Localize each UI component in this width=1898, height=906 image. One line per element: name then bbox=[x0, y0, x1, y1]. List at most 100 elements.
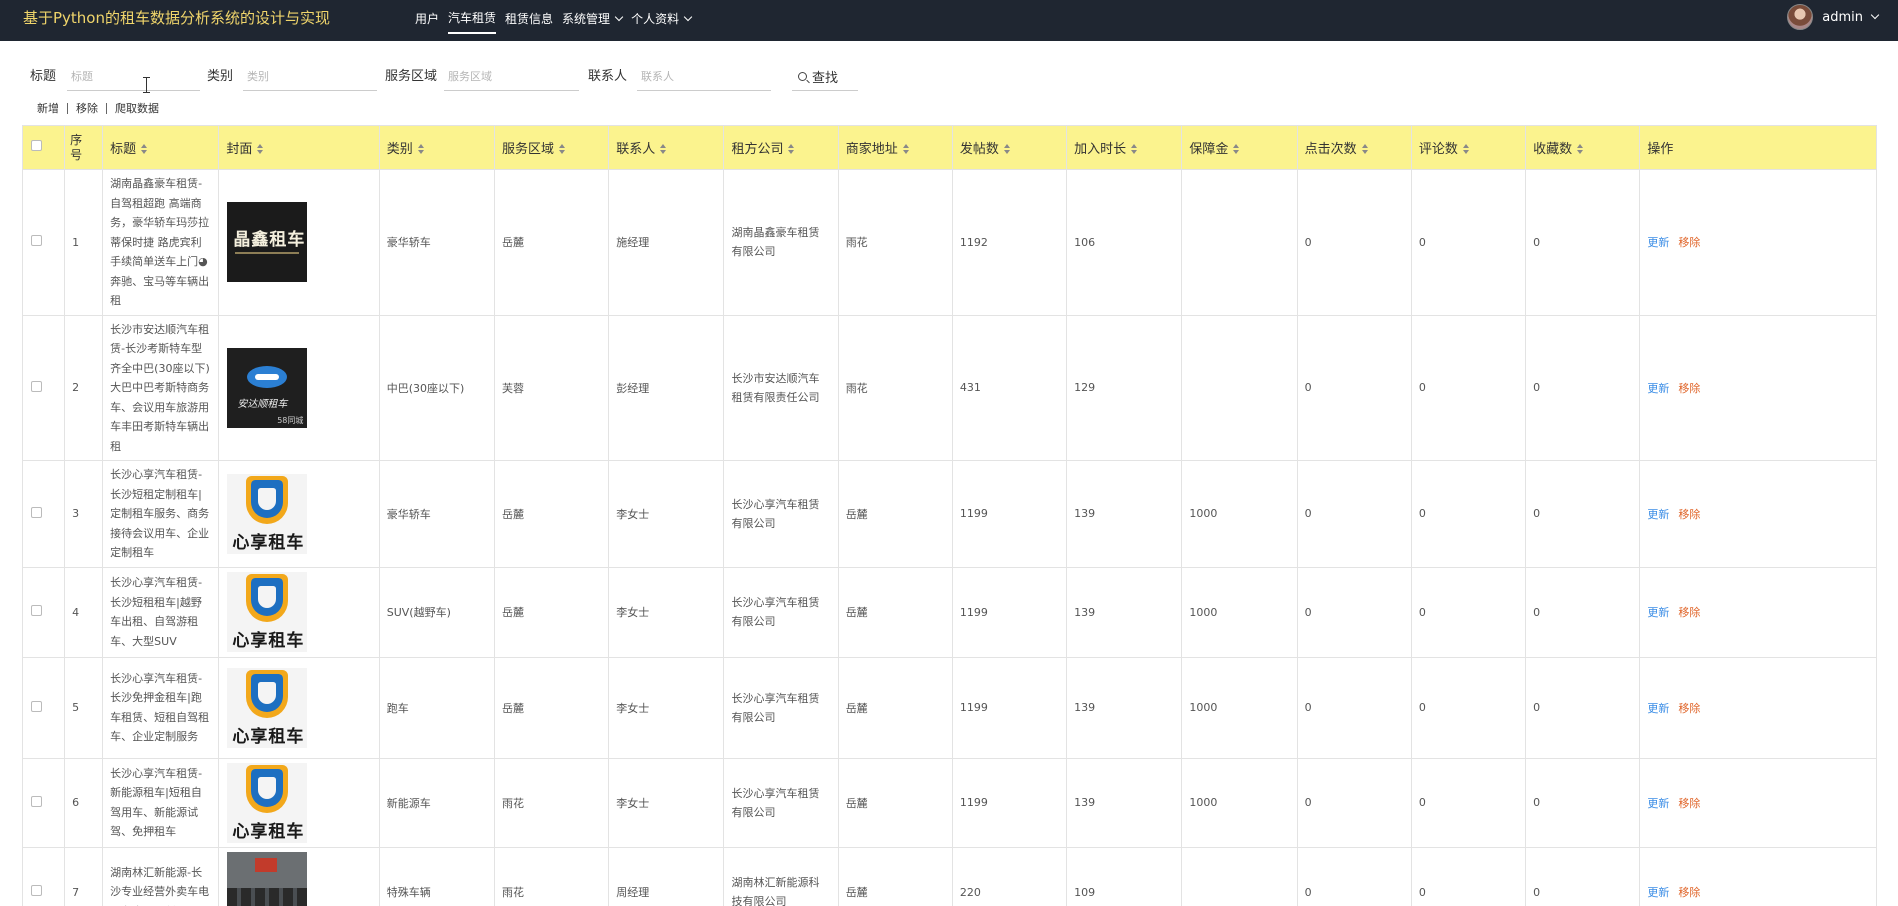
col-header-deposit[interactable]: 保障金 bbox=[1181, 125, 1298, 170]
remove-button[interactable]: 移除 bbox=[76, 100, 98, 116]
row-checkbox[interactable] bbox=[31, 885, 42, 896]
row-company: 长沙心享汽车租赁有限公司 bbox=[723, 566, 839, 658]
update-button[interactable]: 更新 bbox=[1647, 508, 1669, 521]
row-comments: 0 bbox=[1410, 460, 1527, 568]
category-filter-input[interactable] bbox=[243, 63, 377, 91]
update-button[interactable]: 更新 bbox=[1647, 382, 1669, 395]
chevron-down-icon bbox=[683, 12, 693, 21]
cover-text: 晶鑫租车 bbox=[233, 230, 306, 251]
row-category: 豪华轿车 bbox=[378, 169, 495, 316]
row-checkbox[interactable] bbox=[31, 605, 42, 616]
col-header-join-years[interactable]: 加入时长 bbox=[1066, 125, 1183, 170]
col-header-label: 联系人 bbox=[616, 142, 656, 157]
top-navbar: 基于Python的租车数据分析系统的设计与实现 用户 汽车租赁 租赁信息 系统管… bbox=[0, 0, 1898, 41]
row-deposit: 1000 bbox=[1181, 757, 1298, 848]
update-button[interactable]: 更新 bbox=[1647, 886, 1669, 899]
row-address: 岳麓 bbox=[837, 656, 953, 759]
cover-image: 安达顺租车 58同城 bbox=[227, 347, 308, 428]
user-menu[interactable]: admin bbox=[1787, 4, 1880, 30]
shield-logo-icon bbox=[246, 475, 289, 524]
row-contact: 彭经理 bbox=[608, 314, 725, 461]
row-company: 长沙心享汽车租赁有限公司 bbox=[723, 460, 839, 568]
col-header-label: 点击次数 bbox=[1304, 142, 1357, 157]
row-cover-cell bbox=[218, 846, 380, 906]
remove-row-button[interactable]: 移除 bbox=[1678, 606, 1700, 619]
crawl-data-button[interactable]: 爬取数据 bbox=[115, 100, 159, 116]
col-header-contact[interactable]: 联系人 bbox=[608, 125, 725, 170]
remove-row-button[interactable]: 移除 bbox=[1678, 702, 1700, 715]
divider bbox=[67, 102, 68, 114]
nav-item-system-management[interactable]: 系统管理 bbox=[562, 9, 624, 34]
row-clicks: 0 bbox=[1296, 169, 1412, 316]
row-checkbox[interactable] bbox=[31, 235, 42, 247]
row-join-years: 109 bbox=[1066, 846, 1183, 906]
remove-row-button[interactable]: 移除 bbox=[1678, 382, 1700, 395]
remove-row-button[interactable]: 移除 bbox=[1678, 797, 1700, 810]
app-title: 基于Python的租车数据分析系统的设计与实现 bbox=[23, 9, 330, 27]
row-checkbox[interactable] bbox=[31, 380, 42, 392]
row-title: 长沙心享汽车租赁-新能源租车|短租自驾用车、新能源试驾、免押租车 bbox=[102, 757, 220, 848]
row-favorites: 0 bbox=[1525, 566, 1641, 658]
row-category: 跑车 bbox=[378, 656, 495, 759]
row-posts: 1199 bbox=[951, 757, 1068, 848]
row-checkbox[interactable] bbox=[31, 795, 42, 807]
update-button[interactable]: 更新 bbox=[1647, 606, 1669, 619]
cover-text: 心享租车 bbox=[232, 821, 305, 842]
row-join-years: 139 bbox=[1066, 656, 1183, 759]
table-row: 6 长沙心享汽车租赁-新能源租车|短租自驾用车、新能源试驾、免押租车 心享租车 新能源… bbox=[22, 757, 1877, 848]
row-ops: 更新 移除 bbox=[1639, 566, 1877, 658]
col-header-area[interactable]: 服务区域 bbox=[493, 125, 610, 170]
remove-row-button[interactable]: 移除 bbox=[1678, 886, 1700, 899]
contact-filter-input[interactable] bbox=[637, 63, 771, 91]
row-select-cell bbox=[22, 656, 66, 759]
add-button[interactable]: 新增 bbox=[37, 100, 59, 116]
col-header-title[interactable]: 标题 bbox=[102, 125, 220, 170]
nav-item-profile[interactable]: 个人资料 bbox=[631, 9, 693, 34]
row-area: 岳麓 bbox=[493, 460, 610, 568]
nav-item-rental-info[interactable]: 租赁信息 bbox=[505, 9, 553, 34]
row-deposit: 1000 bbox=[1181, 566, 1298, 658]
row-deposit: 1000 bbox=[1181, 460, 1298, 568]
row-comments: 0 bbox=[1410, 757, 1527, 848]
col-header-favorites[interactable]: 收藏数 bbox=[1525, 125, 1641, 170]
col-header-posts[interactable]: 发帖数 bbox=[951, 125, 1068, 170]
col-header-clicks[interactable]: 点击次数 bbox=[1296, 125, 1412, 170]
table-row: 1 湖南晶鑫豪车租赁-自驾租超跑 高端商务，豪华轿车玛莎拉蒂保时捷 路虎宾利 手续… bbox=[22, 169, 1877, 316]
col-header-company[interactable]: 租方公司 bbox=[723, 125, 839, 170]
remove-row-button[interactable]: 移除 bbox=[1678, 508, 1700, 521]
nav-item-car-rental[interactable]: 汽车租赁 bbox=[448, 9, 497, 34]
row-checkbox[interactable] bbox=[31, 506, 42, 518]
update-button[interactable]: 更新 bbox=[1647, 797, 1669, 810]
search-button[interactable]: 查找 bbox=[792, 63, 858, 91]
row-checkbox[interactable] bbox=[31, 700, 42, 712]
update-button[interactable]: 更新 bbox=[1647, 236, 1669, 249]
select-all-checkbox[interactable] bbox=[31, 140, 42, 151]
row-comments: 0 bbox=[1410, 656, 1527, 759]
area-filter-input[interactable] bbox=[444, 63, 579, 91]
title-filter-input[interactable] bbox=[67, 63, 200, 91]
remove-row-button[interactable]: 移除 bbox=[1678, 236, 1700, 249]
row-join-years: 129 bbox=[1066, 314, 1183, 461]
cover-image: 心享租车 bbox=[227, 473, 308, 554]
nav-item-label: 租赁信息 bbox=[505, 12, 554, 26]
row-comments: 0 bbox=[1410, 566, 1527, 658]
col-header-category[interactable]: 类别 bbox=[378, 125, 495, 170]
col-header-label: 评论数 bbox=[1418, 142, 1458, 157]
row-address: 岳麓 bbox=[837, 757, 953, 848]
nav-item-users[interactable]: 用户 bbox=[415, 9, 439, 34]
cover-image: 心享租车 bbox=[227, 572, 308, 652]
row-cover-cell: 晶鑫租车 bbox=[218, 169, 380, 316]
col-header-label: 商家地址 bbox=[845, 142, 898, 157]
col-header-address[interactable]: 商家地址 bbox=[837, 125, 953, 170]
row-index: 5 bbox=[64, 656, 104, 759]
update-button[interactable]: 更新 bbox=[1647, 702, 1669, 715]
col-header-cover[interactable]: 封面 bbox=[218, 125, 380, 170]
row-category: 豪华轿车 bbox=[378, 460, 495, 568]
row-company: 长沙心享汽车租赁有限公司 bbox=[723, 656, 839, 759]
row-title: 长沙心享汽车租赁-长沙短租租车|越野车出租、自驾游租车、大型SUV bbox=[102, 566, 220, 658]
shield-logo-icon bbox=[246, 669, 289, 718]
nav-item-label: 汽车租赁 bbox=[448, 11, 497, 25]
row-join-years: 139 bbox=[1066, 757, 1183, 848]
col-header-comments[interactable]: 评论数 bbox=[1410, 125, 1527, 170]
chevron-down-icon bbox=[1870, 10, 1880, 20]
